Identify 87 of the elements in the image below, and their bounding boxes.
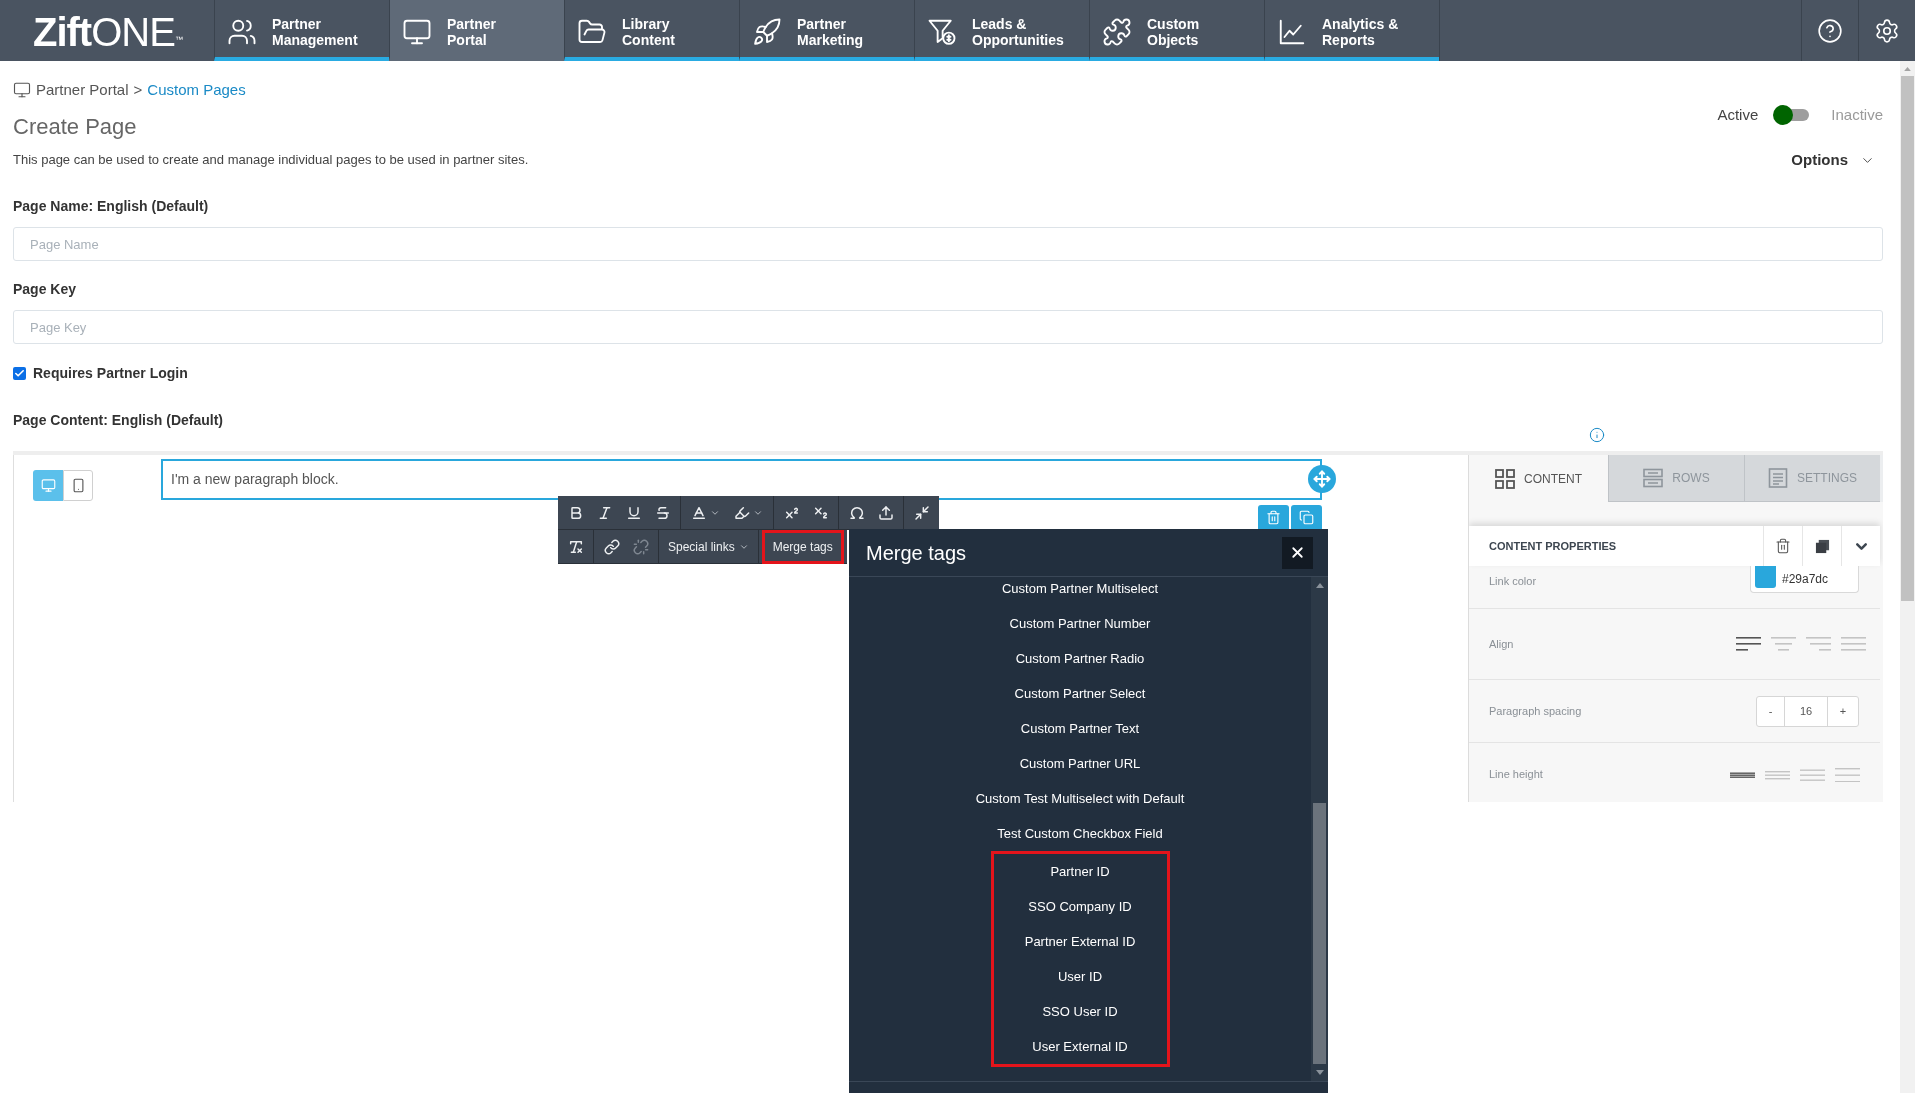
rows-icon [1643,468,1664,488]
strikethrough-icon [654,504,671,521]
merge-tag-item[interactable]: SSO Company ID [993,889,1167,924]
merge-tag-item[interactable]: SSO User ID [993,994,1167,1029]
property-label: Paragraph spacing [1489,703,1582,719]
omega-icon [848,504,865,521]
section-title: CONTENT PROPERTIES [1488,538,1618,554]
panel-tab[interactable]: CONTENT [1469,455,1608,502]
checkbox[interactable] [13,366,26,380]
underline-icon [625,504,642,521]
monitor-icon [40,478,56,493]
scrollbar[interactable] [1900,61,1915,1093]
property-label: Line height [1489,767,1543,783]
duplicate-icon [1299,509,1314,525]
unlink-icon [632,538,649,555]
page-title: Create Page [13,113,138,141]
caret-up-icon[interactable] [1315,583,1324,588]
trash-icon [1266,509,1281,525]
special-links-dropdown[interactable]: Special links [662,529,755,564]
info-icon[interactable] [1589,427,1605,443]
status-label: Inactive [1831,104,1883,125]
align-left-icon[interactable] [1736,637,1761,651]
document-icon [1768,468,1788,488]
nav-tab[interactable]: Partner Management [214,0,389,61]
scrollbar-thumb[interactable] [1313,803,1326,1064]
nav-tab[interactable]: Custom Objects [1089,0,1264,61]
upload-icon [877,504,894,521]
increment-button[interactable]: + [1828,696,1858,726]
highlighter-icon [734,504,750,521]
scrollbar-thumb[interactable] [1901,76,1914,601]
page-name-input[interactable]: Page Name [13,227,1883,261]
trash-icon [1775,538,1791,554]
rocket-icon [752,16,782,47]
property-label: Align [1489,636,1514,652]
merge-tag-item[interactable]: Partner External ID [993,924,1167,959]
checkbox-label: Requires Partner Login [33,363,188,383]
move-icon[interactable] [1308,465,1336,493]
text-color-icon [691,504,707,521]
merge-tags-button[interactable]: Merge tags [761,529,844,564]
property-label: Link color [1489,575,1537,587]
merge-tag-item[interactable]: User ID [993,959,1167,994]
monitor-icon [13,81,31,99]
clear-formatting-icon [567,538,584,555]
scrollbar[interactable] [1311,577,1328,1081]
link-icon [603,538,620,555]
collapse-arrows-icon [913,504,930,521]
merge-tag-item[interactable]: Custom Partner Radio [849,641,1311,676]
breadcrumb-separator: > [133,79,143,100]
field-label: Page Key [13,280,78,299]
merge-tag-item[interactable]: Partner ID [993,854,1167,889]
mobile-view-button[interactable] [63,470,93,501]
duplicate-icon [1814,538,1830,554]
close-icon [1289,544,1306,561]
color-input[interactable]: #29a7dc [1750,566,1859,593]
nav-tab[interactable]: Partner Portal [389,0,564,61]
nav-tab[interactable]: Analytics & Reports [1264,0,1439,61]
field-label: Page Name: English (Default) [13,197,210,216]
merge-tag-item[interactable]: Custom Test Multiselect with Default [849,781,1311,816]
settings-icon [1874,17,1900,44]
breadcrumb-text: Partner Portal [36,79,129,100]
decrement-button[interactable]: - [1757,696,1784,726]
merge-tag-item[interactable]: Custom Partner Multiselect [849,577,1311,606]
page-description: This page can be used to create and manage individual pages to be used in partner sites. [13,151,529,169]
merge-tag-item[interactable]: Test Custom Checkbox Field [849,816,1311,851]
merge-tag-item[interactable]: Custom Partner Number [849,606,1311,641]
merge-tag-item[interactable]: Custom Partner URL [849,746,1311,781]
phone-icon [70,478,86,493]
breadcrumb-link[interactable]: Custom Pages [147,78,246,102]
merge-tag-item[interactable]: Custom Partner Select [849,676,1311,711]
check-icon [14,367,25,379]
nav-tab[interactable]: Leads & Opportunities [914,0,1089,61]
help-icon [1817,17,1843,44]
status-label: Active [1717,104,1759,125]
page-key-input[interactable]: Page Key [13,310,1883,344]
paragraph-text[interactable]: I'm a new paragraph block. [171,469,339,490]
merge-tag-item[interactable]: User External ID [993,1029,1167,1064]
merge-tag-item[interactable]: Custom Partner Text [849,711,1311,746]
close-button[interactable] [1282,536,1313,569]
caret-down-icon[interactable] [1315,1070,1324,1075]
number-field[interactable]: 16 [1784,696,1828,726]
nav-tab[interactable]: Partner Marketing [739,0,914,61]
nav-tab[interactable]: Library Content [564,0,739,61]
panel-title: Merge tags [866,540,967,566]
puzzle-icon [1102,16,1132,47]
grid-icon [1495,468,1515,489]
options-dropdown[interactable]: Options [1791,150,1875,170]
field-label: Page Content: English (Default) [13,411,224,430]
